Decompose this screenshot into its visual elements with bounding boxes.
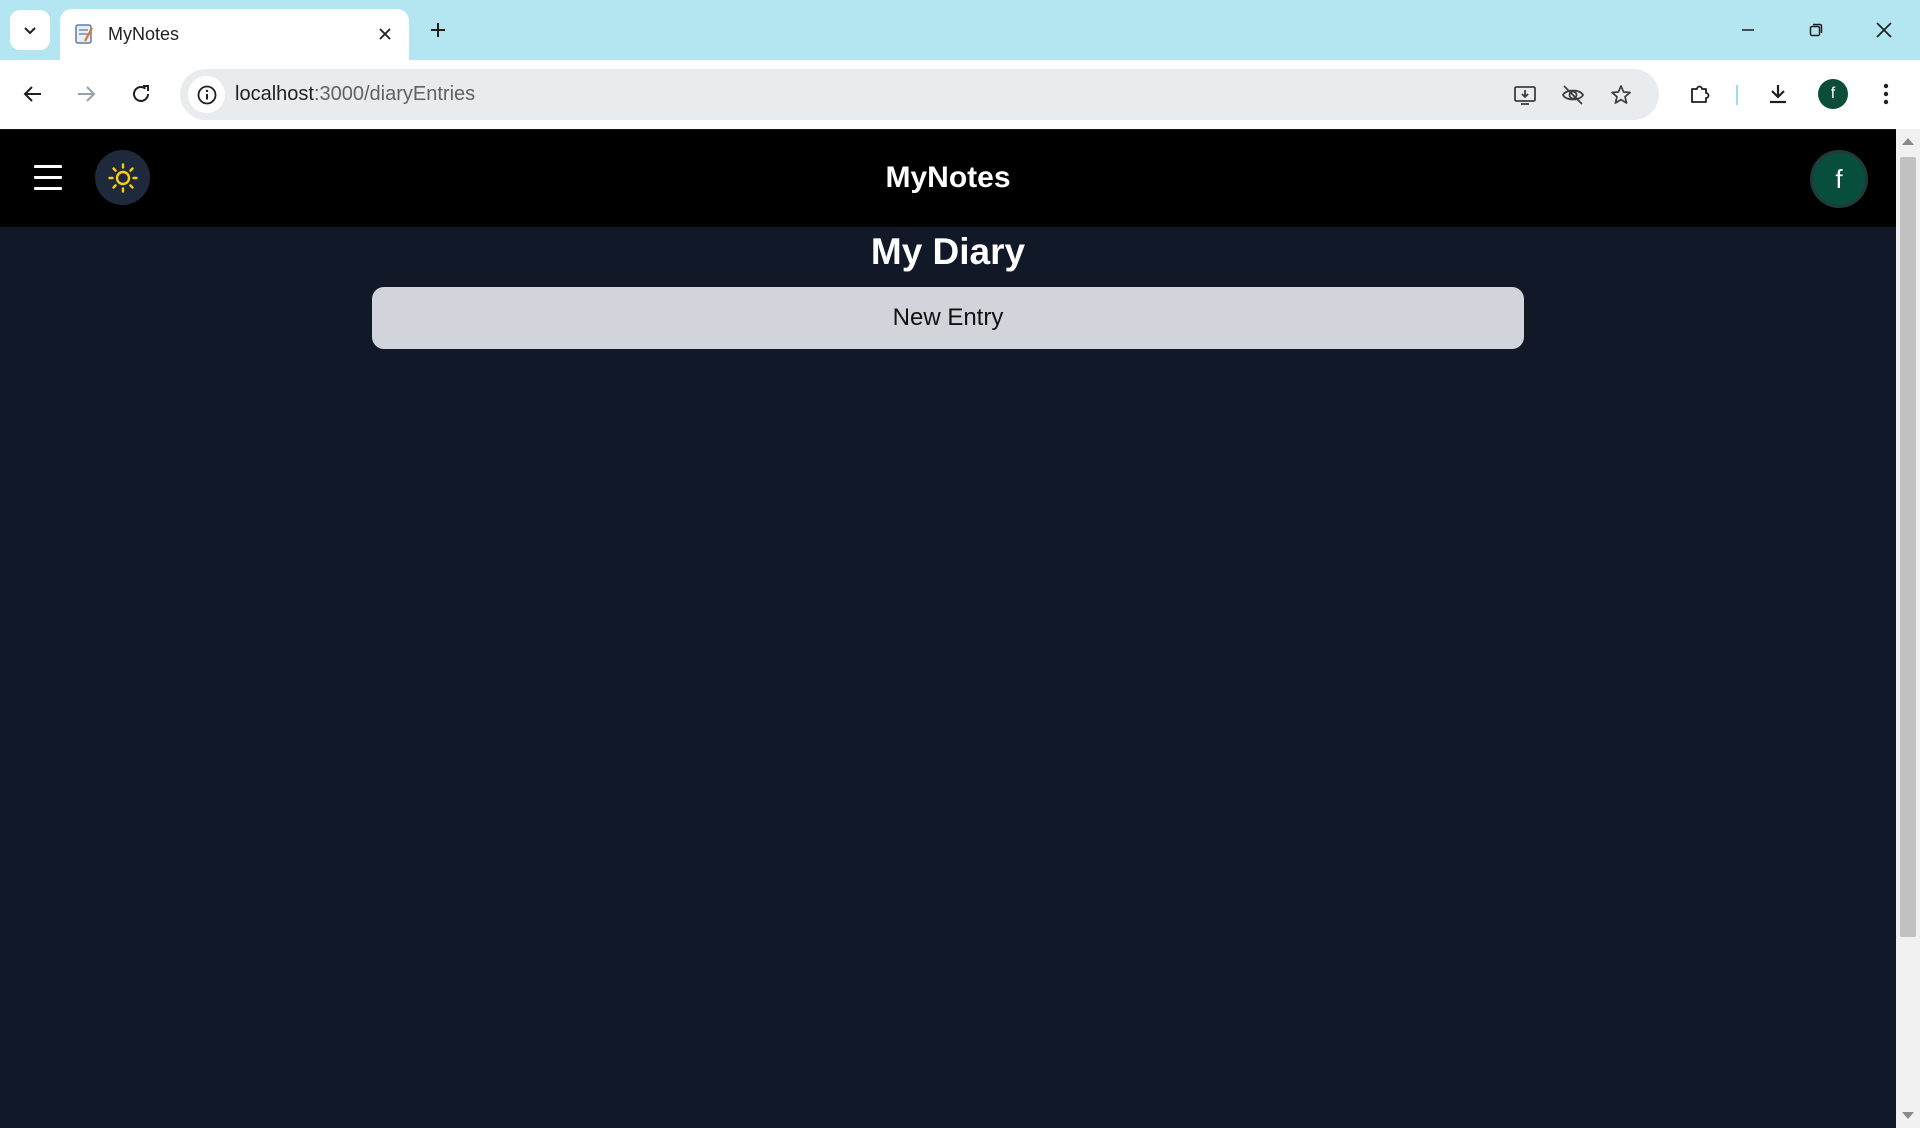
- tracking-protection-button[interactable]: [1558, 80, 1588, 110]
- back-button[interactable]: [13, 74, 53, 114]
- app-title: MyNotes: [885, 161, 1011, 194]
- url-text: localhost:3000/diaryEntries: [235, 82, 475, 107]
- install-app-icon: [1514, 86, 1536, 105]
- minimize-button[interactable]: [1714, 0, 1782, 60]
- forward-button[interactable]: [66, 74, 106, 114]
- arrow-left-icon: [23, 86, 41, 102]
- minimize-icon: [1742, 29, 1754, 31]
- tab-close-button[interactable]: [373, 22, 397, 46]
- arrow-right-icon: [78, 86, 96, 102]
- page-title: My Diary: [870, 231, 1026, 272]
- star-icon: [1611, 85, 1631, 104]
- page-viewport: MyNotes f My Diary New Entry: [0, 129, 1896, 1128]
- install-app-button[interactable]: [1510, 80, 1540, 110]
- chevron-down-icon: [24, 27, 36, 35]
- restore-icon: [1809, 23, 1823, 37]
- close-window-button[interactable]: [1850, 0, 1918, 60]
- puzzle-icon: [1691, 85, 1710, 103]
- bookmark-button[interactable]: [1606, 80, 1636, 110]
- extensions-button[interactable]: [1680, 74, 1720, 114]
- scroll-up-arrow[interactable]: [1902, 138, 1914, 145]
- url-path: :3000/diaryEntries: [313, 83, 476, 105]
- toolbar-separator: [1736, 85, 1738, 105]
- reload-icon: [133, 85, 149, 102]
- browser-menu-button[interactable]: [1866, 74, 1906, 114]
- browser-tab[interactable]: MyNotes: [60, 9, 409, 60]
- browser-toolbar: localhost:3000/diaryEntries f: [0, 60, 1920, 129]
- tab-title: MyNotes: [108, 24, 180, 44]
- downloads-button[interactable]: [1758, 74, 1798, 114]
- reload-button[interactable]: [121, 74, 161, 114]
- new-entry-button[interactable]: New Entry: [372, 287, 1524, 349]
- page-scrollbar[interactable]: [1896, 129, 1920, 1128]
- close-icon: [379, 28, 391, 40]
- info-icon: [197, 85, 216, 104]
- download-icon: [1770, 85, 1786, 104]
- url-host: localhost: [235, 83, 314, 105]
- close-icon: [1876, 22, 1892, 38]
- browser-profile-button[interactable]: f: [1818, 79, 1848, 109]
- browser-tab-strip: MyNotes: [0, 0, 1920, 60]
- user-avatar[interactable]: f: [1810, 150, 1868, 208]
- tab-search-button[interactable]: [10, 10, 50, 50]
- restore-button[interactable]: [1782, 0, 1850, 60]
- plus-icon: [431, 23, 445, 37]
- scroll-down-arrow[interactable]: [1902, 1112, 1914, 1119]
- site-info-button[interactable]: [188, 76, 225, 113]
- more-vertical-icon: [1883, 83, 1889, 105]
- favicon-icon: [75, 24, 93, 44]
- scroll-thumb[interactable]: [1900, 157, 1916, 937]
- eye-off-icon: [1561, 85, 1585, 105]
- new-tab-button[interactable]: [418, 10, 458, 50]
- app-header: MyNotes f: [0, 130, 1896, 227]
- address-bar[interactable]: localhost:3000/diaryEntries: [180, 69, 1659, 120]
